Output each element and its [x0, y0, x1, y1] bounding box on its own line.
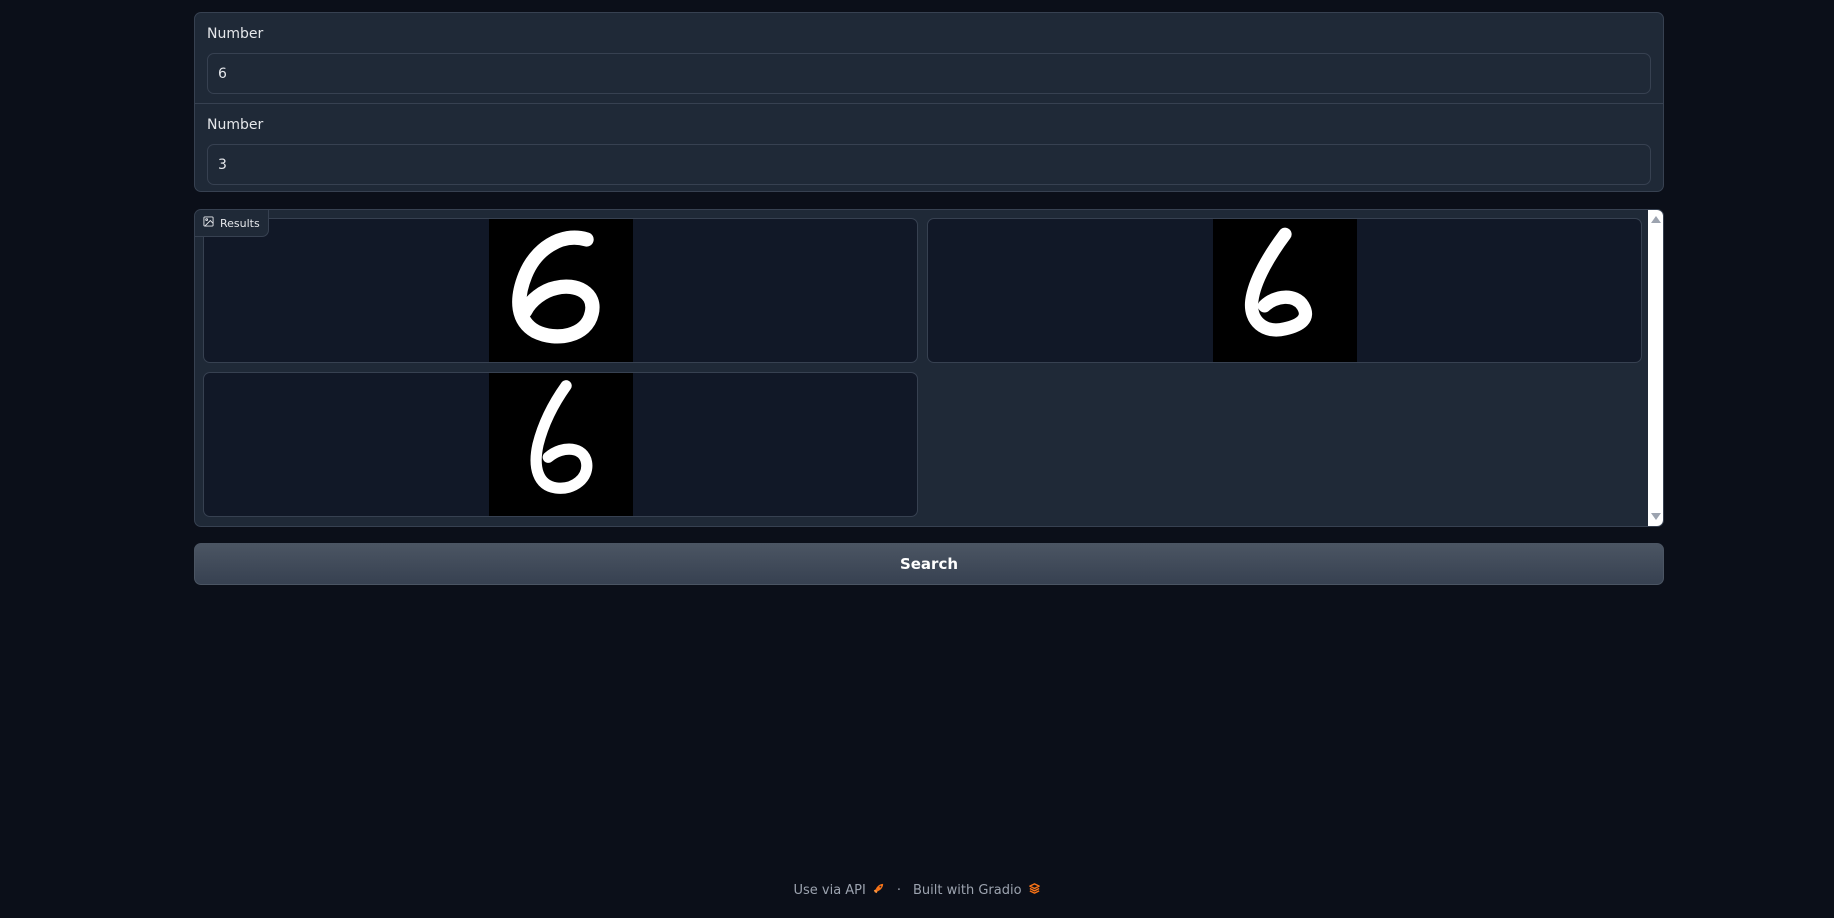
- footer-separator: ·: [896, 883, 901, 898]
- number-field-2: Number: [195, 103, 1663, 191]
- number-input-1[interactable]: [207, 53, 1651, 94]
- digit-six-image-2: [1212, 219, 1357, 362]
- built-with-gradio-label: Built with Gradio: [913, 883, 1022, 898]
- gallery-item-2[interactable]: [927, 218, 1642, 363]
- gallery-label: Results: [195, 210, 269, 237]
- image-icon: [203, 216, 214, 230]
- number-field-1: Number: [195, 13, 1663, 103]
- use-via-api-link[interactable]: Use via API: [793, 882, 884, 899]
- app-page: Number Number Results: [0, 0, 1834, 918]
- number-field-2-label: Number: [207, 117, 264, 133]
- digit-six-image-3: [488, 373, 633, 516]
- number-field-1-label: Number: [207, 26, 264, 42]
- number-input-2[interactable]: [207, 144, 1651, 185]
- search-button[interactable]: Search: [194, 543, 1664, 585]
- gallery-item-1[interactable]: [203, 218, 918, 363]
- gallery-label-text: Results: [220, 216, 260, 230]
- results-gallery: Results: [194, 209, 1664, 527]
- footer: Use via API · Built with Gradio: [0, 882, 1834, 899]
- digit-six-image-1: [488, 219, 633, 362]
- gradio-logo-icon: [1028, 882, 1041, 899]
- rocket-icon: [872, 882, 885, 899]
- gallery-item-3[interactable]: [203, 372, 918, 517]
- scroll-down-arrow-icon[interactable]: [1651, 513, 1661, 520]
- built-with-gradio-link[interactable]: Built with Gradio: [913, 882, 1041, 899]
- number-inputs-panel: Number Number: [194, 12, 1664, 192]
- scroll-up-arrow-icon[interactable]: [1651, 216, 1661, 223]
- use-via-api-label: Use via API: [793, 883, 866, 898]
- gallery-scrollbar[interactable]: [1648, 210, 1663, 526]
